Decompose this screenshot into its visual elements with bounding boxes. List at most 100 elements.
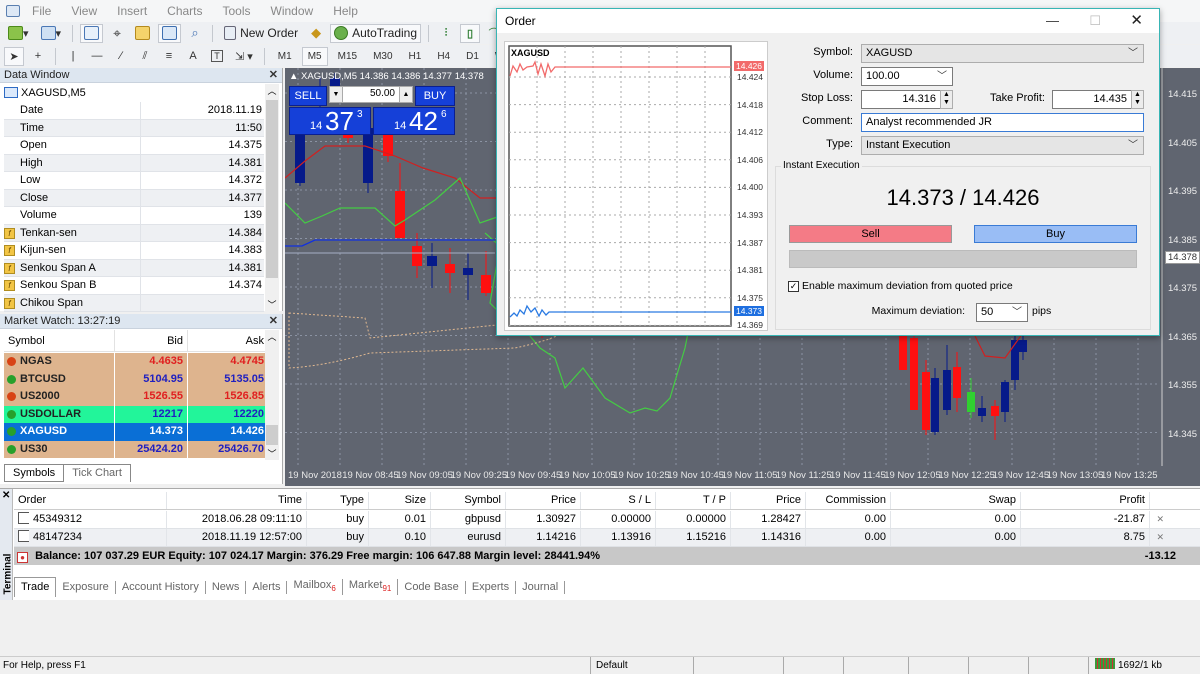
terminal-tab-exposure[interactable]: Exposure — [56, 580, 116, 594]
horizontal-line-tool[interactable]: — — [87, 47, 107, 66]
order-row[interactable]: 48147234 2018.11.19 12:57:00 buy 0.10 eurusd… — [14, 529, 1200, 547]
scroll-thumb[interactable] — [266, 100, 278, 278]
chart-collapse-icon[interactable]: ▲ — [289, 71, 301, 82]
profiles-button[interactable]: ▾ — [37, 24, 66, 43]
stop-loss-spinner[interactable]: ▲ ▼ — [940, 90, 953, 109]
one-click-buy-price[interactable]: 14 42 6 — [373, 106, 455, 136]
column-header[interactable]: Size — [369, 492, 431, 509]
column-header[interactable]: Price — [731, 492, 806, 509]
col-symbol[interactable]: Symbol — [4, 330, 115, 351]
tf-m5[interactable]: M5 — [301, 46, 328, 66]
one-click-sell-button[interactable]: SELL — [289, 86, 327, 106]
terminal-tab-market[interactable]: Market91 — [343, 578, 399, 596]
volume-decrease-icon[interactable]: ▼ — [330, 87, 343, 102]
data-window-close-icon[interactable]: ✕ — [269, 68, 278, 81]
volume-select[interactable]: 100.00 ﹀ — [861, 67, 953, 86]
column-header[interactable]: Symbol — [431, 492, 506, 509]
terminal-tab-journal[interactable]: Journal — [516, 580, 566, 594]
one-click-volume-value[interactable]: 50.00 — [370, 88, 395, 99]
comment-input[interactable]: Analyst recommended JR — [861, 113, 1144, 132]
market-watch-row[interactable]: USDOLLAR 12217 12220 — [4, 405, 266, 423]
market-watch-row[interactable]: BTCUSD 5104.95 5135.05 — [4, 370, 266, 388]
market-watch-row[interactable]: US30 25424.20 25426.70 — [4, 440, 266, 458]
take-profit-input[interactable]: 14.435 — [1052, 90, 1132, 109]
tf-m30[interactable]: M30 — [367, 47, 398, 66]
navigator-toggle[interactable] — [131, 24, 154, 43]
market-watch-close-icon[interactable]: ✕ — [269, 314, 278, 327]
order-row[interactable]: 45349312 2018.06.28 09:11:10 buy 0.01 gbpusd… — [14, 511, 1200, 529]
column-header[interactable]: Price — [506, 492, 581, 509]
terminal-tab-account-history[interactable]: Account History — [116, 580, 206, 594]
sell-button[interactable]: Sell — [789, 225, 952, 243]
column-header[interactable]: S / L — [581, 492, 656, 509]
close-order-icon[interactable]: ✕ — [1150, 511, 1164, 528]
column-header[interactable]: Profit — [1021, 492, 1150, 509]
market-watch-toggle[interactable] — [80, 23, 104, 43]
column-header[interactable]: Time — [167, 492, 307, 509]
tf-h1[interactable]: H1 — [403, 47, 428, 66]
terminal-toggle[interactable] — [158, 23, 182, 43]
menu-charts[interactable]: Charts — [167, 4, 202, 18]
data-window-toggle[interactable]: ⌖ — [107, 24, 127, 43]
one-click-sell-price[interactable]: 14 37 3 — [289, 106, 371, 136]
crosshair-tool[interactable]: + — [28, 47, 48, 66]
scroll-down-icon[interactable]: ﹀ — [265, 298, 279, 311]
auto-trading-button[interactable]: AutoTrading — [330, 23, 422, 43]
terminal-tab-experts[interactable]: Experts — [466, 580, 517, 594]
column-header[interactable]: Type — [307, 492, 369, 509]
buy-button[interactable]: Buy — [974, 225, 1137, 243]
max-deviation-select[interactable]: 50 ﹀ — [976, 303, 1028, 322]
column-header[interactable]: Swap — [891, 492, 1021, 509]
metaeditor-button[interactable]: ◆ — [306, 24, 326, 43]
terminal-tab-alerts[interactable]: Alerts — [246, 580, 288, 594]
close-order-icon[interactable]: ✕ — [1150, 529, 1164, 546]
market-watch-row[interactable]: US2000 1526.55 1526.85 — [4, 388, 266, 406]
minimize-icon[interactable]: — — [1046, 9, 1059, 33]
menu-window[interactable]: Window — [271, 4, 314, 18]
tab-symbols[interactable]: Symbols — [4, 465, 65, 482]
scroll-up-icon[interactable]: ︿ — [265, 330, 279, 343]
menu-view[interactable]: View — [71, 4, 97, 18]
candlestick-button[interactable]: ▯ — [460, 23, 481, 43]
menu-insert[interactable]: Insert — [117, 4, 147, 18]
bar-chart-button[interactable]: ⫶ — [436, 24, 456, 43]
symbol-select[interactable]: XAGUSD ﹀ — [861, 44, 1144, 63]
text-tool[interactable]: A — [183, 47, 203, 66]
column-header[interactable]: Commission — [806, 492, 891, 509]
column-header[interactable]: T / P — [656, 492, 731, 509]
scroll-thumb[interactable] — [266, 425, 278, 445]
menu-file[interactable]: File — [32, 4, 51, 18]
volume-increase-icon[interactable]: ▲ — [399, 87, 412, 102]
new-order-button[interactable]: New Order — [220, 24, 302, 43]
market-watch-row[interactable]: XAGUSD 14.373 14.426 — [4, 423, 266, 441]
terminal-tab-trade[interactable]: Trade — [14, 577, 57, 597]
col-ask[interactable]: Ask — [188, 330, 266, 351]
take-profit-spinner[interactable]: ▲ ▼ — [1131, 90, 1144, 109]
terminal-tab-mailbox[interactable]: Mailbox6 — [287, 578, 343, 596]
channel-tool[interactable]: ⫽ — [135, 47, 155, 66]
tab-tick-chart[interactable]: Tick Chart — [64, 465, 131, 482]
cursor-tool[interactable]: ➤ — [4, 46, 24, 66]
tf-h4[interactable]: H4 — [431, 47, 456, 66]
close-icon[interactable]: ✕ — [1130, 9, 1143, 33]
new-chart-button[interactable]: ▾ — [4, 24, 33, 43]
menu-help[interactable]: Help — [333, 4, 358, 18]
market-watch-row[interactable]: NGAS 4.4635 4.4745 — [4, 353, 266, 371]
terminal-tab-news[interactable]: News — [206, 580, 247, 594]
terminal-close-icon[interactable]: ✕ — [2, 490, 10, 501]
terminal-tab-code-base[interactable]: Code Base — [398, 580, 466, 594]
menu-tools[interactable]: Tools — [223, 4, 251, 18]
arrows-tool[interactable]: ⇲ ▾ — [231, 47, 257, 66]
vertical-line-tool[interactable]: | — [63, 47, 83, 66]
one-click-buy-button[interactable]: BUY — [415, 86, 455, 106]
tf-m15[interactable]: M15 — [332, 47, 363, 66]
strategy-tester-toggle[interactable]: ⌕ — [185, 24, 205, 43]
tf-m1[interactable]: M1 — [272, 47, 298, 66]
trendline-tool[interactable]: ∕ — [111, 47, 131, 66]
text-label-tool[interactable]: T — [207, 47, 227, 66]
stop-loss-input[interactable]: 14.316 — [861, 90, 941, 109]
col-bid[interactable]: Bid — [115, 330, 188, 351]
type-select[interactable]: Instant Execution ﹀ — [861, 136, 1144, 155]
deviation-checkbox-label[interactable]: Enable maximum deviation from quoted pri… — [802, 280, 1013, 292]
fibonacci-tool[interactable]: ≡ — [159, 47, 179, 66]
